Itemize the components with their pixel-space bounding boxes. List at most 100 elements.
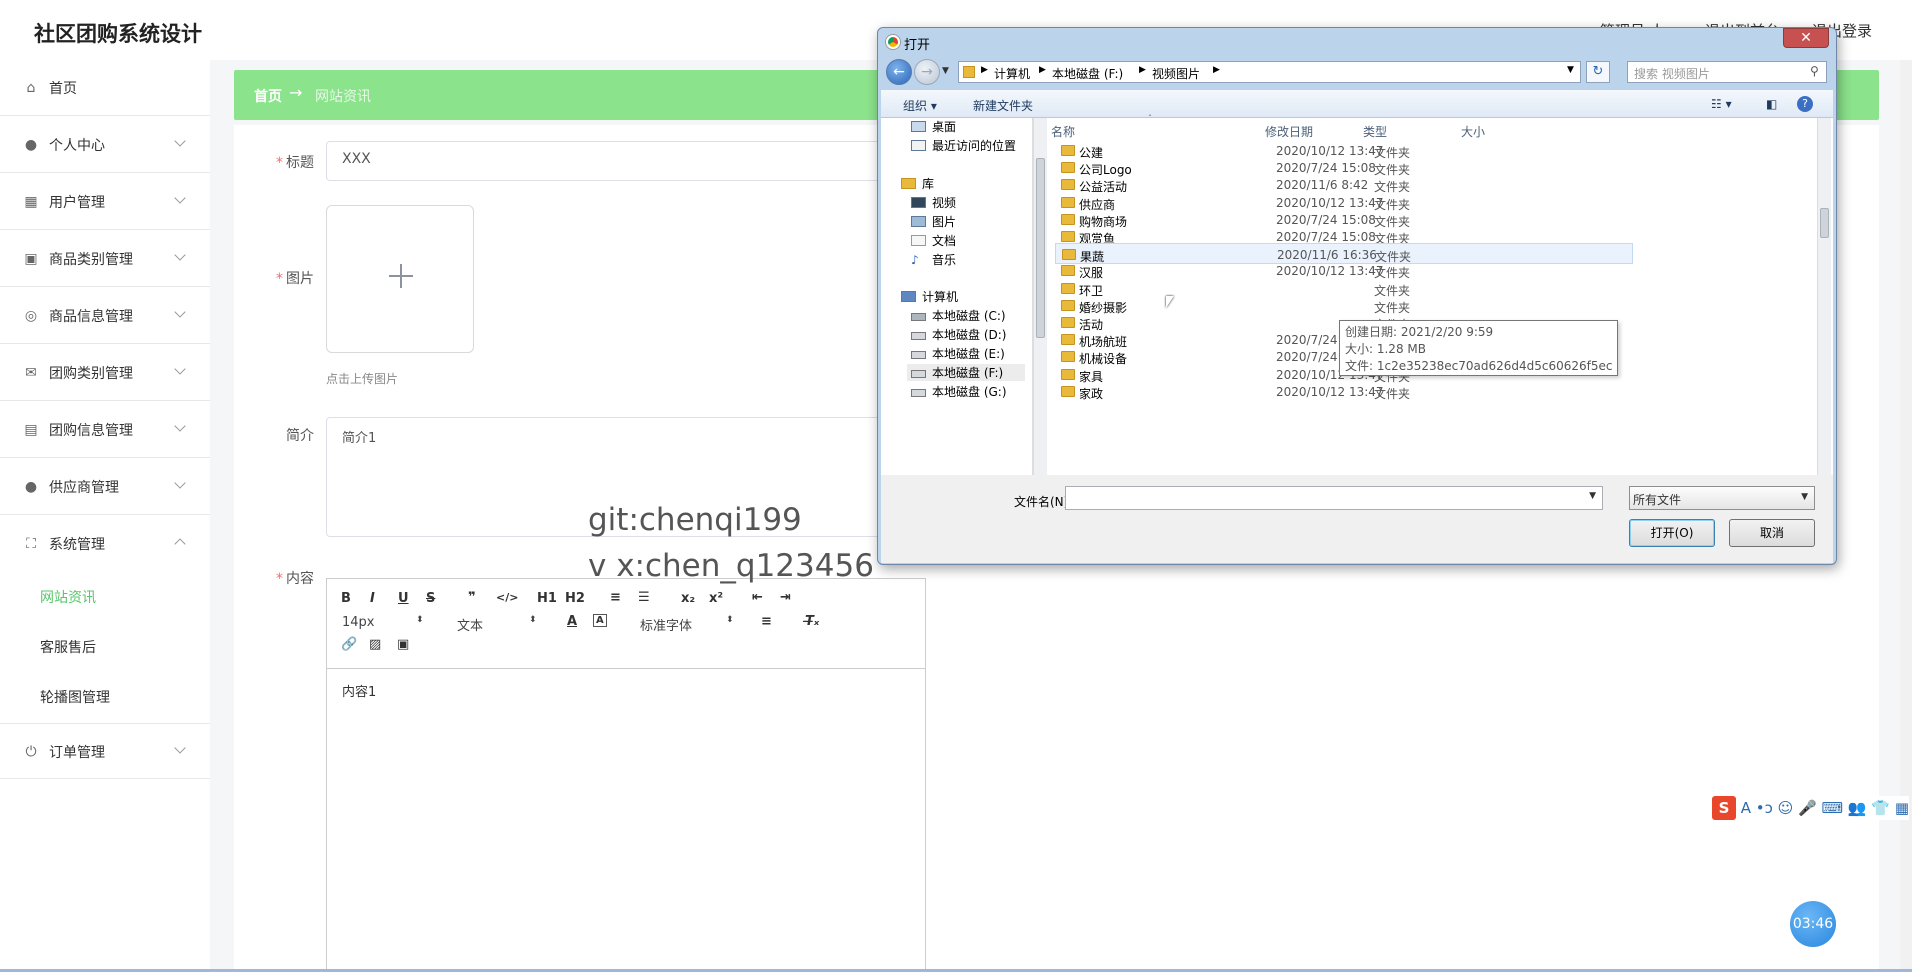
preview-pane-icon[interactable]: ◧ (1766, 97, 1777, 111)
file-row[interactable]: 家政 2020/10/12 13:47 文件夹 (1055, 381, 1633, 402)
help-icon[interactable]: ? (1797, 96, 1813, 112)
sidebar-subitem-news[interactable]: 网站资讯 (40, 587, 96, 607)
sogou-icon[interactable]: S (1712, 796, 1736, 820)
file-list-scrollbar[interactable] (1817, 118, 1831, 475)
subscript-button[interactable]: x₂ (681, 591, 695, 606)
address-bar[interactable]: ▶ 计算机 ▶ 本地磁盘 (F:) ▶ 视频图片 ▶ ▼ (958, 61, 1581, 83)
scrollbar-thumb[interactable] (1036, 158, 1045, 338)
view-options-icon[interactable]: ☷ ▾ (1711, 97, 1732, 111)
tree-item-documents[interactable]: 文档 (911, 232, 956, 249)
tree-item-libraries[interactable]: 库 (901, 175, 934, 192)
file-date: 2020/7/24 15:08 (1276, 230, 1376, 244)
image-upload[interactable] (326, 205, 474, 353)
organize-button[interactable]: 组织 ▾ (903, 97, 937, 114)
h2-button[interactable]: H2 (565, 591, 585, 606)
watermark-line-2: v x:chen_q123456 (588, 548, 874, 584)
close-button[interactable]: ✕ (1783, 28, 1829, 48)
tree-item-pictures[interactable]: 图片 (911, 213, 956, 230)
history-dropdown-icon[interactable]: ▼ (942, 66, 949, 76)
breadcrumb-home[interactable]: 首页 (254, 86, 282, 106)
outdent-button[interactable]: ⇤ (752, 590, 763, 605)
file-date: 2020/10/12 13:47 (1276, 384, 1384, 399)
image-icon[interactable]: ▨ (369, 637, 381, 652)
underline-button[interactable]: U (398, 591, 409, 606)
tree-item-drive-f[interactable]: 本地磁盘 (F:) (907, 364, 1025, 381)
filename-input[interactable]: ▼ (1065, 486, 1603, 510)
chevron-up-icon (174, 538, 186, 550)
forward-button[interactable]: → (914, 59, 940, 85)
ime-toolbar: S A •ͻ ☺ 🎤 ⌨ 👥 👕 ▦ (1712, 796, 1909, 820)
new-folder-button[interactable]: 新建文件夹 (973, 97, 1033, 114)
open-button[interactable]: 打开(O) (1629, 519, 1715, 547)
tree-item-videos[interactable]: 视频 (911, 194, 956, 211)
sidebar-item-group-info[interactable]: ▤ 团购信息管理 (0, 402, 210, 458)
tree-item-drive-e[interactable]: 本地磁盘 (E:) (911, 345, 1005, 362)
video-icon[interactable]: ▣ (397, 637, 409, 652)
tree-item-desktop[interactable]: 桌面 (911, 118, 956, 135)
column-type[interactable]: 类型 (1363, 123, 1387, 140)
dialog-title: 打开 (904, 38, 931, 53)
cancel-button[interactable]: 取消 (1729, 519, 1815, 547)
column-date[interactable]: 修改日期 (1265, 123, 1313, 140)
page-scrollbar[interactable] (1900, 60, 1912, 969)
sidebar-item-supplier[interactable]: ● 供应商管理 (0, 459, 210, 515)
tree-item-recent[interactable]: 最近访问的位置 (911, 137, 1016, 154)
indent-button[interactable]: ⇥ (780, 590, 791, 605)
tree-item-drive-g[interactable]: 本地磁盘 (G:) (911, 383, 1007, 400)
text-style-select[interactable]: 文本 ⬍ (457, 615, 537, 634)
editor-content[interactable]: 内容1 (342, 681, 376, 700)
tree-item-drive-c[interactable]: 本地磁盘 (C:) (911, 307, 1006, 324)
path-drive-f[interactable]: 本地磁盘 (F:) (1052, 65, 1123, 82)
column-size[interactable]: 大小 (1461, 123, 1485, 140)
sidebar-subitem-service[interactable]: 客服售后 (40, 637, 96, 657)
clear-format-icon[interactable]: T̶ₓ (805, 614, 819, 629)
sidebar-item-goods-info[interactable]: ◎ 商品信息管理 (0, 288, 210, 344)
chevron-down-icon[interactable]: ▼ (1589, 491, 1596, 501)
back-button[interactable]: ← (886, 59, 912, 85)
quote-button[interactable]: ❞ (468, 590, 476, 605)
ordered-list-button[interactable]: ≡ (610, 590, 621, 605)
link-icon[interactable]: 🔗 (341, 637, 357, 652)
align-icon[interactable]: ≡ (761, 614, 772, 629)
bullet-list-button[interactable]: ☰ (638, 590, 650, 605)
sidebar-item-label: 商品类别管理 (49, 252, 133, 268)
sidebar-item-personal[interactable]: ● 个人中心 (0, 117, 210, 173)
refresh-icon[interactable]: ↻ (1586, 61, 1610, 83)
scrollbar-thumb[interactable] (1820, 208, 1829, 238)
tree-item-drive-d[interactable]: 本地磁盘 (D:) (911, 326, 1006, 343)
tree-item-computer[interactable]: 计算机 (901, 288, 958, 305)
sidebar-item-orders[interactable]: ⏻ 订单管理 (0, 723, 210, 779)
chevron-down-icon[interactable]: ▼ (1567, 65, 1574, 75)
filetype-select[interactable]: 所有文件 ▼ (1629, 486, 1815, 510)
bold-button[interactable]: B (341, 591, 351, 606)
tree-scrollbar[interactable] (1033, 118, 1047, 475)
font-family-select[interactable]: 标准字体 ⬍ (640, 615, 735, 634)
path-folder[interactable]: 视频图片 (1152, 65, 1200, 82)
sidebar-item-system[interactable]: ⛶ 系统管理 (0, 516, 210, 572)
title-input[interactable]: XXX (326, 141, 966, 181)
sidebar-item-goods-category[interactable]: ▣ 商品类别管理 (0, 231, 210, 287)
font-size-select[interactable]: 14px ⬍ (342, 615, 424, 630)
code-button[interactable]: </> (496, 591, 518, 604)
chevron-down-icon (174, 135, 186, 147)
tree-item-music[interactable]: ♪ 音乐 (911, 251, 956, 268)
column-name[interactable]: 名称 (1051, 123, 1075, 140)
sidebar-item-group-category[interactable]: ✉ 团购类别管理 (0, 345, 210, 401)
path-computer[interactable]: 计算机 (994, 65, 1030, 82)
rich-text-editor: B I U S ❞ </> H1 H2 ≡ ☰ x₂ x² ⇤ ⇥ 14px ⬍ … (326, 578, 926, 972)
h1-button[interactable]: H1 (537, 591, 557, 606)
strike-button[interactable]: S (426, 591, 435, 606)
italic-button[interactable]: I (370, 591, 375, 606)
folder-icon (1061, 196, 1075, 208)
superscript-button[interactable]: x² (709, 591, 723, 606)
search-input[interactable]: 搜索 视频图片 (1627, 61, 1827, 83)
ime-toolbar-icons[interactable]: A •ͻ ☺ 🎤 ⌨ 👥 👕 ▦ (1741, 799, 1909, 817)
sidebar-item-home[interactable]: ⌂ 首页 (0, 60, 210, 116)
font-color-icon[interactable]: A (567, 614, 577, 629)
sidebar-subitem-carousel[interactable]: 轮播图管理 (40, 687, 110, 707)
background-color-icon[interactable]: A (593, 614, 607, 627)
sidebar-item-users[interactable]: ▦ 用户管理 (0, 174, 210, 230)
dialog-footer: 文件名(N): ▼ 所有文件 ▼ 打开(O) 取消 (881, 475, 1833, 563)
file-date: 2020/10/12 13:47 (1276, 195, 1384, 210)
sidebar-item-label: 商品信息管理 (49, 309, 133, 325)
